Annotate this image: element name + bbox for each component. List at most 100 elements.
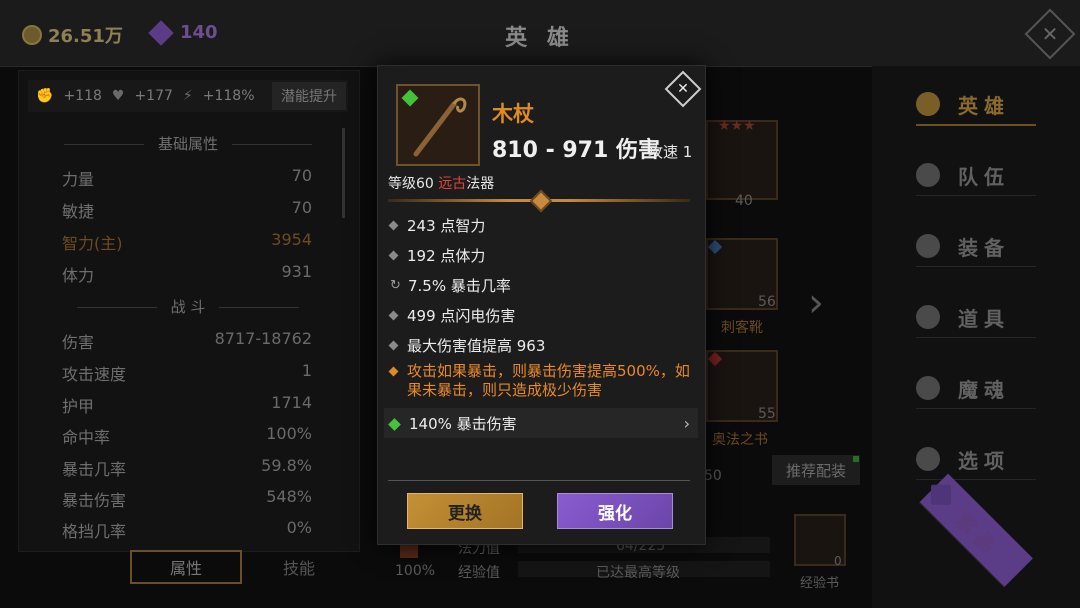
bullet-icon — [388, 220, 399, 230]
legendary-affix-text: 攻击如果暴击，则暴击伤害提高500%，如果未暴击，则只造成极少伤害 — [407, 362, 690, 399]
attr-value: 3954 — [271, 230, 312, 249]
affix-text: 最大伤害值提高 963 — [407, 336, 546, 355]
attr-row: 暴击几率 59.8% — [62, 456, 312, 480]
nav-team[interactable]: 队伍 — [916, 155, 1036, 196]
attr-row: 伤害 8717-18762 — [62, 329, 312, 353]
tab-skills[interactable]: 技能 — [254, 550, 344, 584]
attr-value: 0% — [286, 518, 312, 537]
attr-label: 暴击伤害 — [62, 491, 127, 510]
amethyst-icon — [148, 19, 174, 46]
gem-affix-row[interactable]: 140% 暴击伤害 › — [384, 408, 698, 438]
tab-attributes[interactable]: 属性 — [130, 550, 242, 584]
affix-text: 7.5% 暴击几率 — [408, 276, 511, 295]
affix-row: 499 点闪电伤害 — [384, 300, 698, 330]
nav-label: 选项 — [958, 448, 1010, 473]
nav-items[interactable]: 道具 — [916, 297, 1036, 338]
nav-soul[interactable]: 魔魂 — [916, 368, 1036, 409]
legendary-affix: 攻击如果暴击，则暴击伤害提高500%，如果未暴击，则只造成极少伤害 — [384, 360, 698, 408]
amethyst-icon — [930, 484, 951, 505]
close-icon: ✕ — [677, 81, 689, 97]
attr-row: 力量 70 — [62, 166, 312, 190]
gold-amount: 26.51万 — [48, 26, 123, 47]
bullet-icon — [388, 250, 399, 260]
nav-hero[interactable]: 英雄 — [916, 84, 1036, 126]
partial-number: 50 — [704, 468, 722, 484]
flag-icon — [916, 163, 940, 187]
chevron-right-icon: › — [683, 413, 690, 433]
book-level: 55 — [758, 406, 776, 422]
boots-level: 56 — [758, 294, 776, 310]
exp-value: 已达最高等级 — [596, 565, 680, 581]
affix-text: 192 点体力 — [407, 246, 486, 265]
attr-row: 护甲 1714 — [62, 393, 312, 417]
nav-label: 队伍 — [958, 164, 1010, 189]
emerald-icon — [388, 417, 401, 431]
enhance-button[interactable]: 强化 — [557, 493, 673, 529]
attr-label: 智力(主) — [62, 234, 123, 253]
exp-book-label: 经验书 — [800, 576, 840, 591]
item-damage: 810 - 971 伤害 — [492, 138, 660, 163]
replace-button[interactable]: 更换 — [407, 493, 523, 529]
attr-value: 70 — [291, 166, 312, 185]
attr-label: 护甲 — [62, 397, 95, 416]
flame-icon — [916, 376, 940, 400]
rating-stars: ★★★ — [718, 118, 756, 134]
strength-buff-icon: ✊ — [36, 88, 54, 104]
affix-row: 192 点体力 — [384, 240, 698, 270]
item-name: 木杖 — [492, 102, 534, 126]
attr-label: 敏捷 — [62, 202, 95, 221]
combat-header: 战 斗 — [38, 296, 338, 317]
attr-row-main: 智力(主) 3954 — [62, 230, 312, 254]
chevron-right-icon[interactable]: › — [808, 280, 824, 326]
item-level: 等级60 — [388, 176, 439, 192]
nav-label: 道具 — [958, 306, 1010, 331]
exp-book-count: 0 — [834, 554, 842, 568]
attr-label: 格挡几率 — [62, 522, 127, 541]
item-type: 法器 — [466, 176, 495, 192]
bullet-icon — [388, 366, 399, 377]
attr-label: 力量 — [62, 170, 95, 189]
affix-text: 499 点闪电伤害 — [407, 306, 516, 325]
attr-label: 体力 — [62, 266, 95, 285]
notification-dot — [853, 456, 859, 462]
basic-attributes-header: 基础属性 — [38, 133, 338, 154]
nav-label: 装备 — [958, 235, 1010, 260]
hero-icon — [916, 92, 940, 116]
attr-value: 100% — [266, 424, 312, 443]
buff-value: +118 — [63, 88, 102, 104]
bullet-icon — [388, 340, 399, 350]
potential-upgrade-button[interactable]: 潜能提升 — [272, 82, 346, 110]
affix-row: 243 点智力 — [384, 210, 698, 240]
nav-options[interactable]: 选项 — [916, 439, 1036, 480]
boots-name: 刺客靴 — [721, 320, 763, 336]
attr-label: 伤害 — [62, 333, 95, 352]
helmet-icon — [916, 234, 940, 258]
attr-value: 931 — [281, 262, 312, 281]
attr-value: 548% — [266, 487, 312, 506]
gold-counter: 26.51万 — [22, 22, 123, 48]
bag-icon — [916, 305, 940, 329]
attr-row: 体力 931 — [62, 262, 312, 286]
affix-list: 243 点智力 192 点体力 ↻ 7.5% 暴击几率 499 点闪电伤害 最大伤… — [384, 210, 698, 438]
gear-icon — [916, 447, 940, 471]
attr-row: 命中率 100% — [62, 424, 312, 448]
gem-amount: 140 — [180, 22, 218, 43]
nav-label: 魔魂 — [958, 377, 1010, 402]
gem-counter: 140 — [148, 19, 218, 46]
nav-label: 英雄 — [958, 93, 1010, 118]
item-attack-speed: 攻速 1 — [648, 143, 693, 161]
nav-equipment[interactable]: 装备 — [916, 226, 1036, 267]
recommend-build-button[interactable]: 推荐配装 — [772, 455, 860, 485]
attr-value: 70 — [291, 198, 312, 217]
affix-text: 243 点智力 — [407, 216, 486, 235]
bullet-icon — [388, 310, 399, 320]
buff-value: +118% — [202, 88, 255, 104]
attributes-scrollbar[interactable] — [342, 128, 345, 218]
attr-row: 格挡几率 0% — [62, 518, 312, 542]
coin-icon — [22, 25, 42, 45]
attr-value: 1 — [301, 361, 312, 380]
close-icon: ✕ — [1041, 22, 1059, 46]
book-name: 奥法之书 — [712, 432, 768, 448]
buff-value: +177 — [134, 88, 173, 104]
page-title: 英 雄 — [505, 26, 575, 51]
